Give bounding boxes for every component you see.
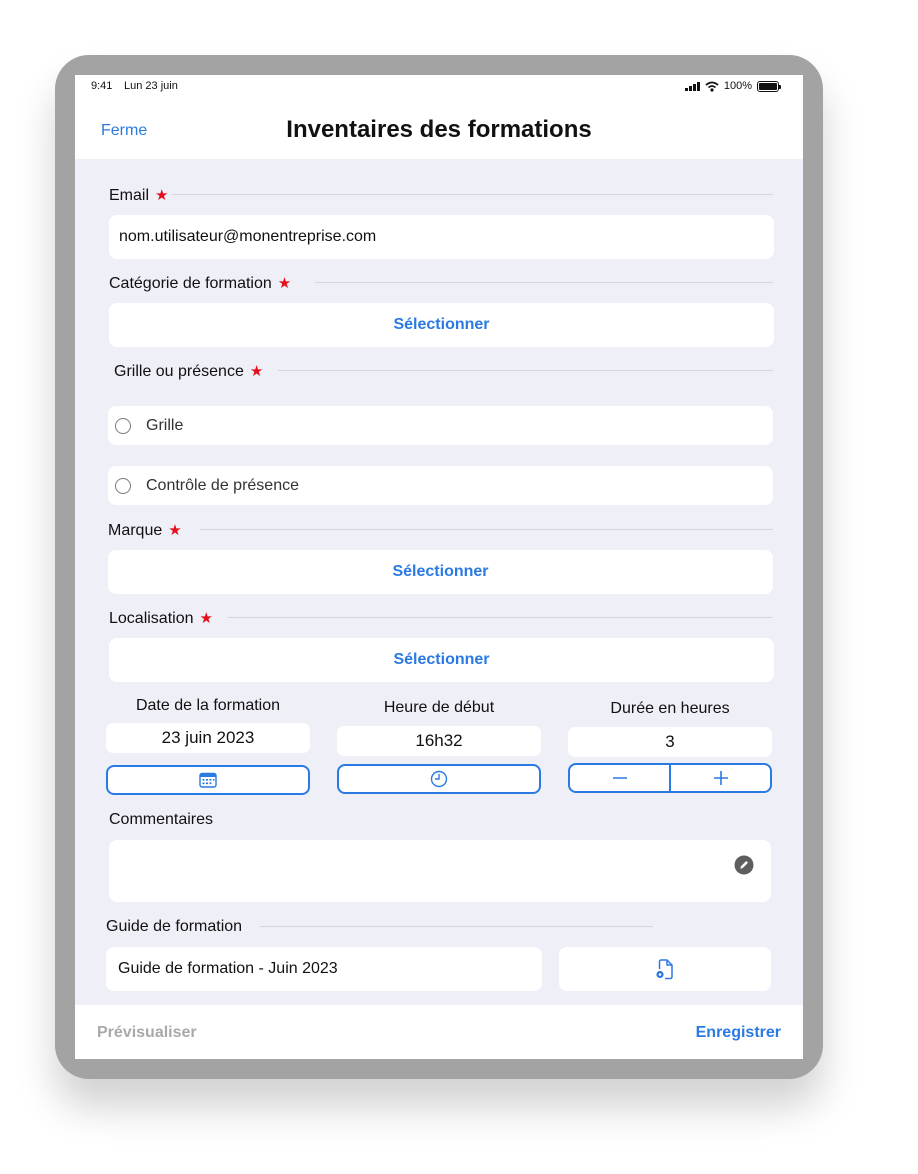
- page-title: Inventaires des formations: [286, 116, 592, 143]
- radio-button[interactable]: [115, 417, 131, 434]
- status-bar: 9:41 Lun 23 juin 100%: [75, 75, 803, 99]
- navigation-bar: Ferme Inventaires des formations: [75, 99, 803, 159]
- pencil-icon[interactable]: [734, 855, 754, 875]
- save-button[interactable]: Enregistrer: [696, 1024, 781, 1042]
- wifi-icon: [705, 81, 719, 92]
- preview-button[interactable]: Prévisualiser: [97, 1024, 197, 1042]
- status-indicators: 100%: [684, 80, 781, 92]
- category-select-button[interactable]: Sélectionner: [109, 303, 774, 347]
- date-label: Date de la formation: [135, 697, 281, 714]
- start-time-label: Heure de début: [383, 699, 495, 716]
- brand-label-text: Marque: [108, 522, 163, 539]
- decrement-button[interactable]: [570, 765, 669, 791]
- guide-field[interactable]: Guide de formation - Juin 2023: [106, 947, 542, 991]
- clock-icon: [430, 770, 448, 788]
- battery-icon: [757, 80, 781, 92]
- email-label: Email ★: [109, 186, 168, 205]
- radio-button[interactable]: [115, 477, 131, 494]
- section-divider: [172, 194, 773, 195]
- location-label-text: Localisation: [109, 610, 194, 627]
- minus-icon: [612, 777, 627, 779]
- date-value: 23 juin 2023: [106, 723, 310, 753]
- location-label: Localisation ★: [109, 609, 213, 628]
- radio-option-grille[interactable]: Grille: [108, 406, 773, 445]
- star-icon: ★: [249, 363, 264, 380]
- section-divider: [228, 617, 772, 618]
- section-divider: [278, 370, 773, 371]
- cellular-signal-icon: [684, 81, 700, 91]
- section-divider: [315, 282, 773, 283]
- email-label-text: Email: [109, 187, 150, 204]
- time-picker-button[interactable]: [337, 764, 541, 794]
- location-select-button[interactable]: Sélectionner: [109, 638, 774, 682]
- date-picker-button[interactable]: [106, 765, 310, 795]
- battery-percent: 100%: [723, 80, 752, 92]
- guide-file-button[interactable]: [559, 947, 771, 991]
- radio-label: Grille: [146, 416, 184, 434]
- comments-label: Commentaires: [109, 811, 214, 828]
- duration-value: 3: [568, 727, 772, 757]
- section-divider: [200, 529, 773, 530]
- brand-label: Marque ★: [108, 521, 182, 540]
- plus-icon: [713, 771, 728, 785]
- app-screen: 9:41 Lun 23 juin 100% Ferme Inventaires …: [75, 75, 803, 1059]
- category-label: Catégorie de formation ★: [109, 274, 291, 293]
- guide-label: Guide de formation: [106, 918, 243, 935]
- status-date: Lun 23 juin: [124, 80, 178, 92]
- grid-or-presence-label-text: Grille ou présence: [114, 363, 244, 380]
- grid-or-presence-label: Grille ou présence ★: [114, 362, 263, 381]
- radio-option-presence[interactable]: Contrôle de présence: [108, 466, 773, 505]
- category-label-text: Catégorie de formation: [109, 275, 272, 292]
- star-icon: ★: [277, 275, 292, 292]
- email-field[interactable]: nom.utilisateur@monentreprise.com: [109, 215, 774, 259]
- star-icon: ★: [155, 187, 169, 204]
- file-settings-icon: [656, 959, 673, 980]
- bottom-toolbar: Prévisualiser Enregistrer: [75, 1005, 803, 1059]
- brand-select-button[interactable]: Sélectionner: [108, 550, 773, 594]
- radio-label: Contrôle de présence: [146, 476, 299, 494]
- comments-field[interactable]: [109, 840, 771, 902]
- star-icon: ★: [199, 610, 213, 627]
- section-divider: [260, 926, 653, 927]
- increment-button[interactable]: [671, 765, 770, 791]
- star-icon: ★: [168, 522, 182, 539]
- start-time-value: 16h32: [337, 726, 541, 756]
- status-time: 9:41: [91, 80, 113, 92]
- calendar-icon: [199, 772, 217, 788]
- duration-stepper[interactable]: [568, 763, 772, 793]
- duration-label: Durée en heures: [610, 700, 730, 717]
